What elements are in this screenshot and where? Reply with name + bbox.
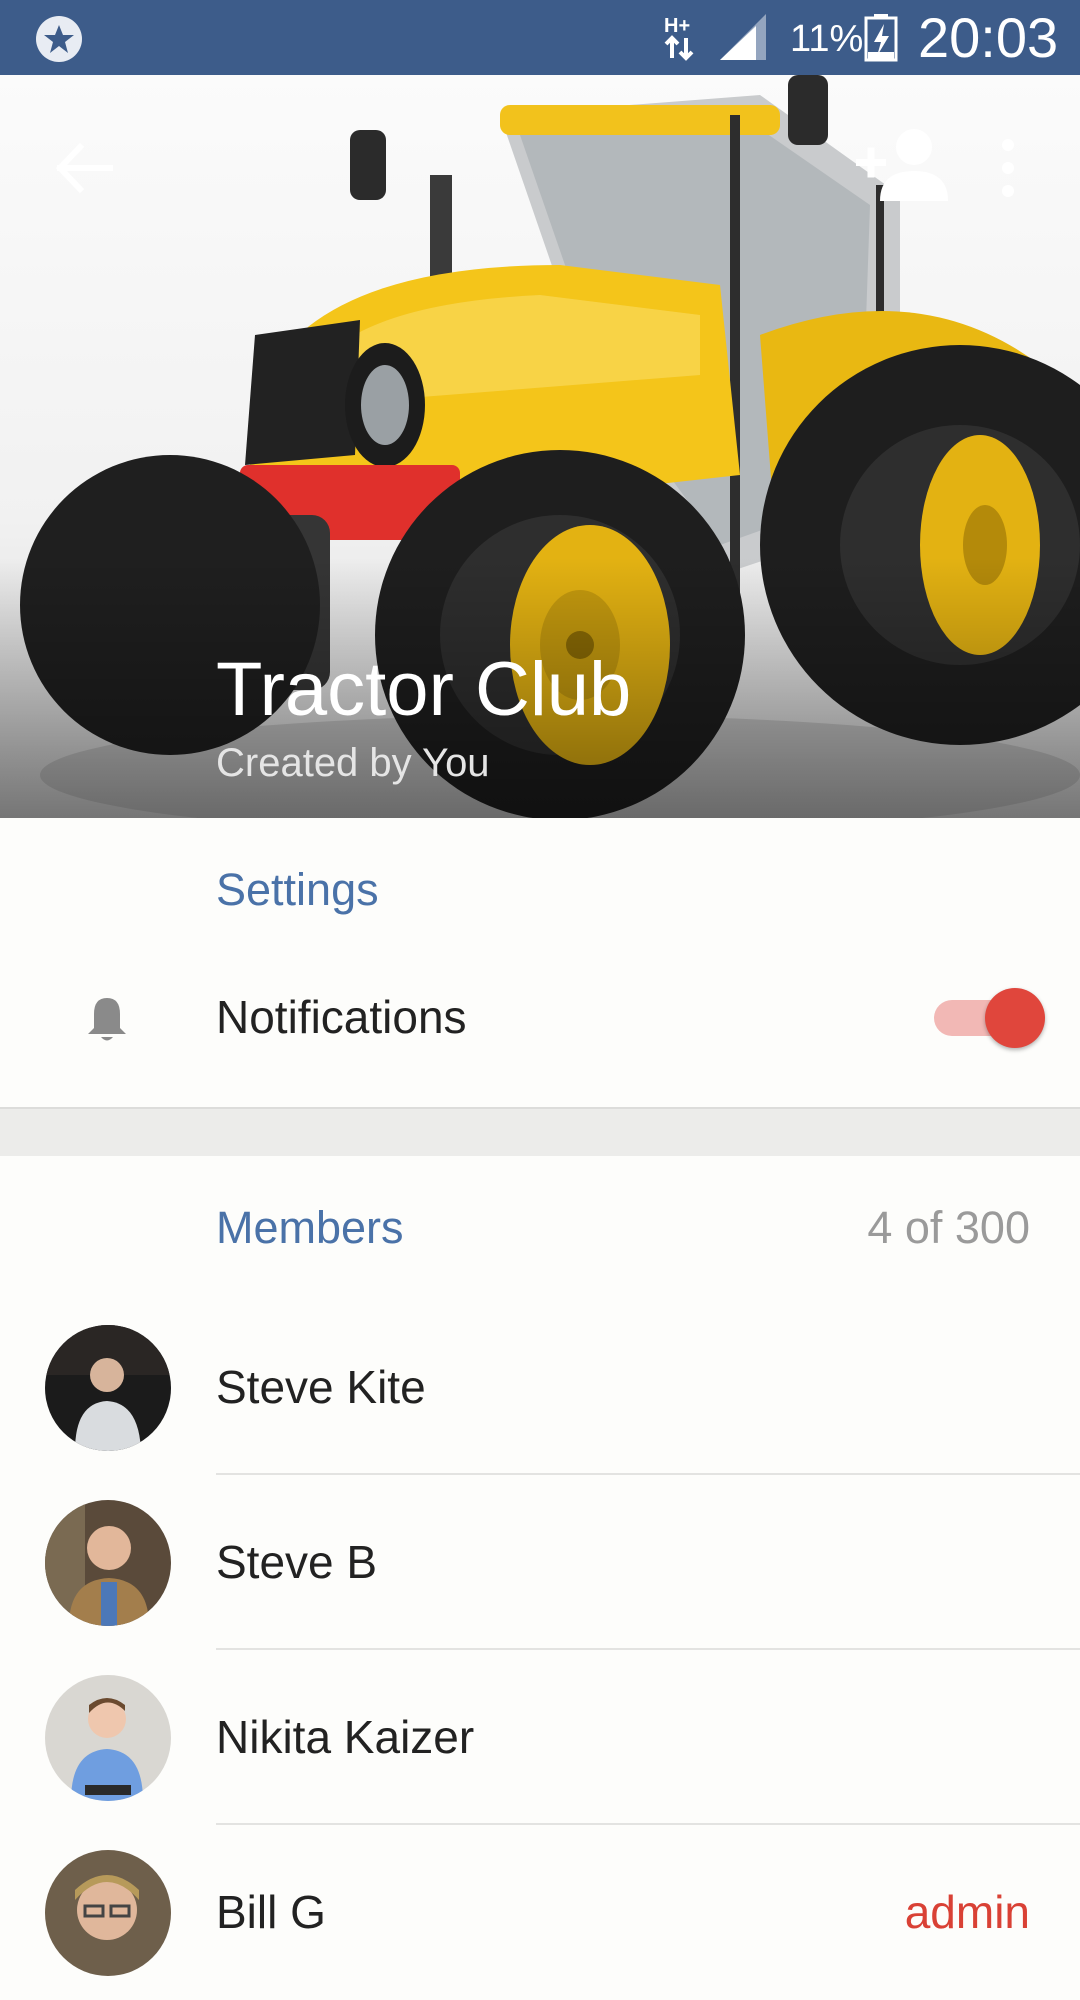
back-arrow-icon[interactable]	[50, 133, 120, 203]
notifications-row[interactable]: Notifications	[0, 960, 1080, 1070]
group-header: Tractor Club Created by You	[0, 75, 1080, 818]
network-hplus-icon: H+	[664, 15, 694, 61]
members-count: 4 of 300	[867, 1202, 1030, 1253]
settings-header: Settings	[216, 864, 379, 915]
battery-percent: 11%	[790, 18, 864, 60]
member-name: Steve Kite	[216, 1361, 426, 1413]
group-subtitle: Created by You	[216, 741, 490, 785]
more-vert-icon[interactable]	[988, 133, 1028, 203]
member-row[interactable]: Steve B	[0, 1475, 1080, 1650]
member-avatar	[45, 1850, 171, 1976]
member-name: Steve B	[216, 1536, 378, 1588]
member-name: Bill G	[216, 1886, 326, 1938]
members-header: Members	[216, 1202, 404, 1253]
member-avatar	[45, 1500, 171, 1626]
member-row[interactable]: Nikita Kaizer	[0, 1650, 1080, 1825]
add-member-icon[interactable]	[852, 123, 952, 203]
cell-signal-icon	[720, 14, 766, 60]
star-badge-icon	[36, 16, 82, 62]
status-bar: H+ 11% 20:03	[0, 0, 1080, 75]
clock: 20:03	[918, 6, 1059, 69]
section-divider	[0, 1107, 1080, 1156]
member-avatar	[45, 1325, 171, 1451]
admin-badge: admin	[904, 1886, 1030, 1938]
member-row[interactable]: Bill G admin	[0, 1825, 1080, 2000]
notifications-toggle[interactable]	[930, 986, 1048, 1048]
group-title: Tractor Club	[216, 647, 632, 732]
member-avatar	[45, 1675, 171, 1801]
notifications-label: Notifications	[216, 991, 467, 1043]
network-type-label: H+	[664, 15, 690, 37]
member-row[interactable]: Steve Kite	[0, 1300, 1080, 1475]
battery-charging-icon	[864, 14, 898, 62]
toggle-knob	[985, 988, 1045, 1048]
bell-icon	[88, 998, 126, 1041]
member-name: Nikita Kaizer	[216, 1711, 475, 1763]
